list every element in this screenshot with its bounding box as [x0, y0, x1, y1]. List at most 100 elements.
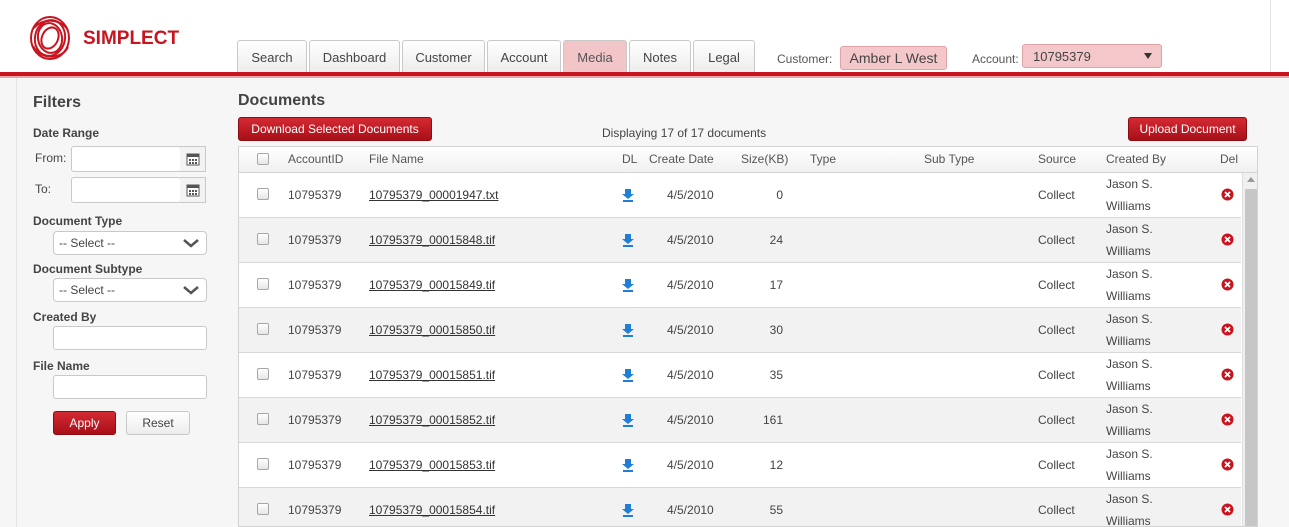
col-source[interactable]: Source	[1038, 152, 1076, 166]
table-row: 10795379 10795379_00015854.tif 4/5/2010 …	[239, 488, 1241, 526]
from-date-input[interactable]	[71, 146, 181, 172]
download-button[interactable]	[621, 323, 635, 340]
brand-logo[interactable]: SIMPLECT	[28, 14, 188, 64]
cell-source: Collect	[1038, 323, 1075, 337]
cell-account-id: 10795379	[288, 368, 342, 382]
document-type-select[interactable]: -- Select --	[53, 231, 207, 255]
created-by-input[interactable]	[53, 326, 207, 350]
apply-button[interactable]: Apply	[53, 411, 116, 435]
delete-button[interactable]	[1221, 368, 1234, 384]
row-checkbox[interactable]	[257, 278, 269, 290]
from-label: From:	[35, 151, 67, 165]
col-file-name[interactable]: File Name	[369, 152, 424, 166]
file-name-link[interactable]: 10795379_00015848.tif	[369, 233, 495, 247]
file-name-link[interactable]: 10795379_00015849.tif	[369, 278, 495, 292]
col-type[interactable]: Type	[810, 152, 836, 166]
delete-x-icon	[1221, 188, 1234, 201]
download-arrow-icon	[622, 189, 634, 202]
file-name-input[interactable]	[53, 375, 207, 399]
tab-dashboard[interactable]: Dashboard	[309, 40, 400, 73]
download-button[interactable]	[621, 458, 635, 475]
cell-create-date: 4/5/2010	[667, 188, 714, 202]
cell-size: 161	[762, 413, 783, 427]
col-sub-type[interactable]: Sub Type	[924, 152, 974, 166]
table-row: 10795379 10795379_00015851.tif 4/5/2010 …	[239, 353, 1241, 398]
download-button[interactable]	[621, 278, 635, 295]
delete-button[interactable]	[1221, 188, 1234, 204]
row-checkbox[interactable]	[257, 503, 269, 515]
delete-x-icon	[1221, 503, 1234, 516]
table-row: 10795379 10795379_00001947.txt 4/5/2010 …	[239, 173, 1241, 218]
download-button[interactable]	[621, 233, 635, 250]
col-created-by[interactable]: Created By	[1106, 152, 1166, 166]
delete-x-icon	[1221, 413, 1234, 426]
file-name-link[interactable]: 10795379_00015850.tif	[369, 323, 495, 337]
document-subtype-select[interactable]: -- Select --	[53, 278, 207, 302]
cell-source: Collect	[1038, 233, 1075, 247]
tab-search[interactable]: Search	[237, 40, 307, 73]
row-checkbox[interactable]	[257, 188, 269, 200]
cell-size: 0	[776, 188, 783, 202]
delete-button[interactable]	[1221, 458, 1234, 474]
row-checkbox[interactable]	[257, 323, 269, 335]
select-all-checkbox[interactable]	[257, 153, 269, 165]
cell-created-by-first: Jason S.	[1106, 357, 1153, 371]
download-button[interactable]	[621, 413, 635, 430]
scrollbar-thumb[interactable]	[1245, 189, 1257, 526]
row-checkbox[interactable]	[257, 458, 269, 470]
to-calendar-button[interactable]	[180, 177, 206, 203]
row-checkbox[interactable]	[257, 413, 269, 425]
reset-button[interactable]: Reset	[126, 411, 190, 435]
cell-account-id: 10795379	[288, 278, 342, 292]
download-arrow-icon	[622, 459, 634, 472]
calendar-icon	[186, 184, 199, 197]
col-account-id[interactable]: AccountID	[288, 152, 343, 166]
delete-button[interactable]	[1221, 503, 1234, 519]
scroll-up-arrow-icon[interactable]	[1247, 177, 1255, 182]
download-selected-button[interactable]: Download Selected Documents	[238, 117, 432, 141]
file-name-link[interactable]: 10795379_00015851.tif	[369, 368, 495, 382]
to-date-input[interactable]	[71, 177, 181, 203]
cell-account-id: 10795379	[288, 413, 342, 427]
tab-account[interactable]: Account	[487, 40, 561, 73]
cell-account-id: 10795379	[288, 188, 342, 202]
file-name-link[interactable]: 10795379_00015852.tif	[369, 413, 495, 427]
cell-created-by-first: Jason S.	[1106, 177, 1153, 191]
row-checkbox[interactable]	[257, 233, 269, 245]
file-name-link[interactable]: 10795379_00001947.txt	[369, 188, 498, 202]
brand-name: SIMPLECT	[83, 28, 180, 49]
cell-create-date: 4/5/2010	[667, 233, 714, 247]
app-header: SIMPLECT Search Dashboard Customer Accou…	[0, 0, 1289, 78]
calendar-icon	[186, 153, 199, 166]
file-name-link[interactable]: 10795379_00015854.tif	[369, 503, 495, 517]
delete-button[interactable]	[1221, 233, 1234, 249]
customer-label: Customer:	[777, 52, 833, 66]
row-checkbox[interactable]	[257, 368, 269, 380]
download-button[interactable]	[621, 188, 635, 205]
account-select[interactable]: 10795379	[1022, 44, 1162, 68]
tab-notes[interactable]: Notes	[629, 40, 691, 73]
tab-legal[interactable]: Legal	[693, 40, 755, 73]
cell-created-by-last: Williams	[1106, 379, 1151, 393]
cell-create-date: 4/5/2010	[667, 458, 714, 472]
header-divider	[1270, 0, 1271, 72]
delete-button[interactable]	[1221, 278, 1234, 294]
documents-table: AccountID File Name DL Create Date Size(…	[238, 146, 1258, 527]
tab-customer[interactable]: Customer	[402, 40, 485, 73]
download-button[interactable]	[621, 503, 635, 520]
cell-source: Collect	[1038, 368, 1075, 382]
table-scrollbar[interactable]	[1242, 173, 1257, 526]
display-count: Displaying 17 of 17 documents	[602, 126, 767, 140]
download-arrow-icon	[622, 324, 634, 337]
col-create-date[interactable]: Create Date	[649, 152, 714, 166]
file-name-link[interactable]: 10795379_00015853.tif	[369, 458, 495, 472]
upload-document-button[interactable]: Upload Document	[1128, 117, 1247, 141]
from-calendar-button[interactable]	[180, 146, 206, 172]
cell-created-by-last: Williams	[1106, 244, 1151, 258]
download-button[interactable]	[621, 368, 635, 385]
cell-created-by-first: Jason S.	[1106, 492, 1153, 506]
tab-media[interactable]: Media	[563, 40, 627, 73]
delete-button[interactable]	[1221, 323, 1234, 339]
delete-button[interactable]	[1221, 413, 1234, 429]
col-size[interactable]: Size(KB)	[741, 152, 788, 166]
